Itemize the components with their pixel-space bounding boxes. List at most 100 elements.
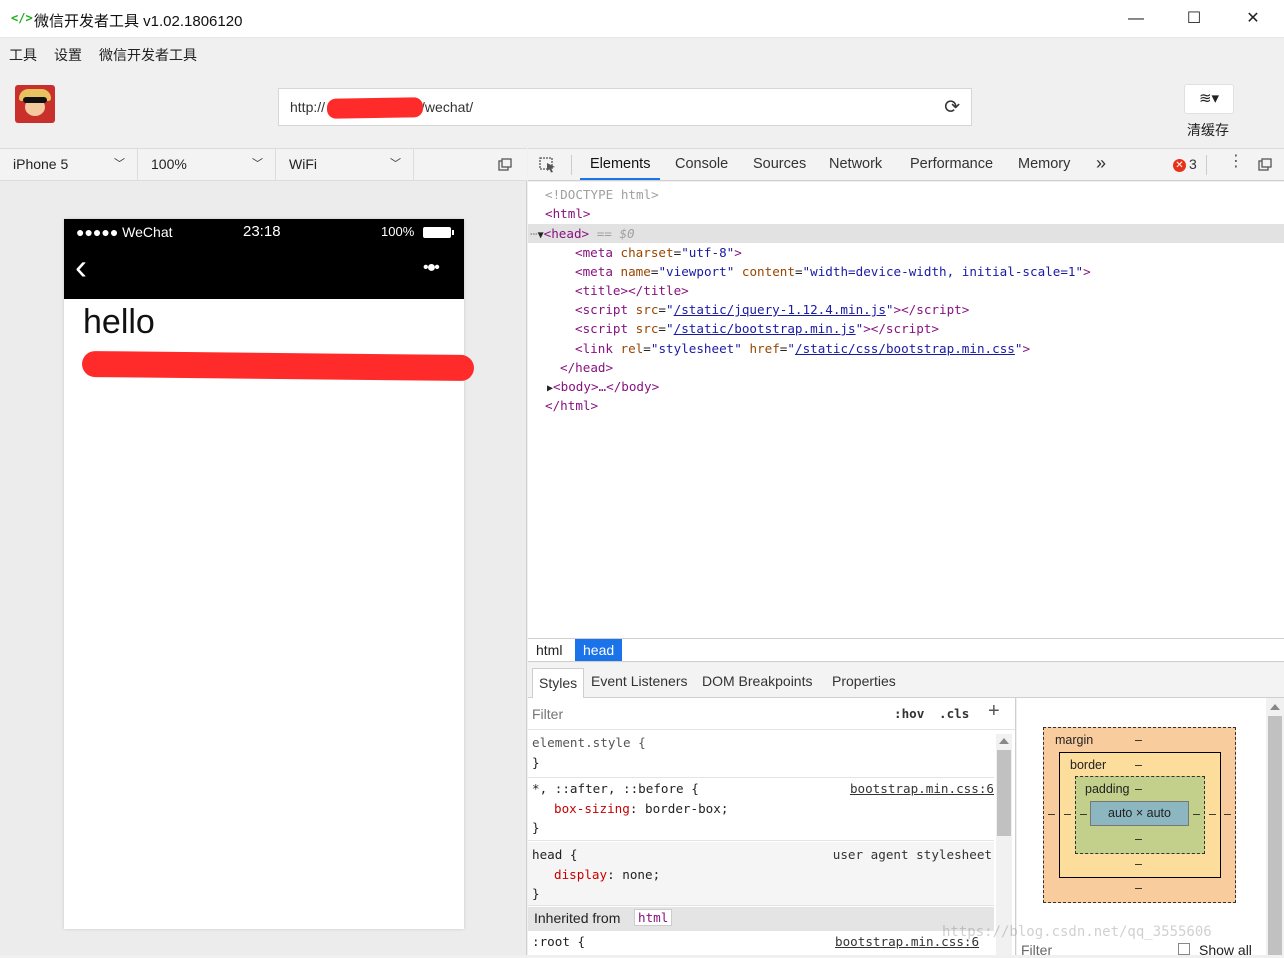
breadcrumb: html head xyxy=(528,638,1284,662)
hover-toggle[interactable]: :hov xyxy=(894,706,924,721)
rule-element-style[interactable]: element.style { } xyxy=(528,731,994,778)
tab-properties[interactable]: Properties xyxy=(832,673,896,689)
rule-declaration[interactable]: box-sizing: border-box; xyxy=(554,799,728,818)
show-all-checkbox[interactable] xyxy=(1178,943,1190,955)
reload-icon[interactable]: ⟳ xyxy=(944,96,960,119)
dom-script-bootstrap[interactable]: <script src="/static/bootstrap.min.js"><… xyxy=(575,319,939,338)
close-button[interactable]: ✕ xyxy=(1233,6,1273,32)
scroll-up-icon[interactable] xyxy=(999,738,1009,744)
class-toggle[interactable]: .cls xyxy=(939,706,969,721)
tab-styles[interactable]: Styles xyxy=(532,668,585,698)
styles-filter-input[interactable] xyxy=(532,705,732,723)
script-bootstrap-link[interactable]: /static/bootstrap.min.js xyxy=(674,321,856,336)
dom-head-node[interactable]: ⋯▼<head> == $0 xyxy=(530,224,635,243)
active-tab-indicator xyxy=(580,178,660,180)
border-right-value[interactable]: – xyxy=(1209,807,1216,821)
rule-declaration: display: none; xyxy=(554,867,661,882)
dom-meta-viewport[interactable]: <meta name="viewport" content="width=dev… xyxy=(575,262,1091,281)
zoom-value: 100% xyxy=(151,156,187,172)
dom-link-stylesheet[interactable]: <link rel="stylesheet" href="/static/css… xyxy=(575,339,1030,358)
dom-body-node[interactable]: ▶<body>…</body> xyxy=(547,377,659,396)
elements-panel: <!DOCTYPE html> <html> ⋯▼<head> == $0 <m… xyxy=(528,182,1284,638)
border-top-value[interactable]: – xyxy=(1135,758,1142,772)
tab-performance[interactable]: Performance xyxy=(910,156,993,172)
more-tabs-icon[interactable]: » xyxy=(1096,153,1106,174)
tab-dom-breakpoints[interactable]: DOM Breakpoints xyxy=(702,673,812,689)
rule-close: } xyxy=(532,886,540,901)
margin-left-value[interactable]: – xyxy=(1048,807,1055,821)
stylesheet-link[interactable]: /static/css/bootstrap.min.css xyxy=(795,341,1015,356)
rule-selector-root[interactable]: :root { xyxy=(532,932,585,951)
tab-event-listeners[interactable]: Event Listeners xyxy=(591,673,688,689)
script-jquery-link[interactable]: /static/jquery-1.12.4.min.js xyxy=(674,302,886,317)
padding-bottom-value[interactable]: – xyxy=(1135,832,1142,846)
computed-filter-input[interactable]: Filter xyxy=(1021,942,1052,958)
inherited-tag[interactable]: html xyxy=(634,909,673,926)
dom-meta-charset[interactable]: <meta charset="utf-8"> xyxy=(575,243,742,262)
breadcrumb-html[interactable]: html xyxy=(528,639,570,661)
phone-screen: ●●●●● WeChat 23:18 100% ‹ •●• hello xyxy=(64,219,475,929)
tab-memory[interactable]: Memory xyxy=(1018,156,1070,172)
menu-item-devtools[interactable]: 微信开发者工具 xyxy=(99,45,197,65)
menu-item-tools[interactable]: 工具 xyxy=(9,45,37,65)
padding-top-value[interactable]: – xyxy=(1135,782,1142,796)
border-left-value[interactable]: – xyxy=(1064,807,1071,821)
dom-title[interactable]: <title></title> xyxy=(575,281,689,300)
popout-icon[interactable] xyxy=(498,158,512,171)
rule-head[interactable]: head { user agent stylesheet display: no… xyxy=(528,842,994,906)
margin-top-value[interactable]: – xyxy=(1135,733,1142,747)
kebab-menu-icon[interactable]: ⋮ xyxy=(1228,154,1244,170)
back-icon[interactable]: ‹ xyxy=(75,247,87,287)
tab-sources[interactable]: Sources xyxy=(753,156,806,172)
inspect-element-icon[interactable] xyxy=(539,157,557,173)
dom-script-jquery[interactable]: <script src="/static/jquery-1.12.4.min.j… xyxy=(575,300,969,319)
selected-marker: == $0 xyxy=(596,226,635,241)
padding-right-value[interactable]: – xyxy=(1193,807,1200,821)
node-options-icon[interactable]: ⋯ xyxy=(530,226,538,241)
clear-cache-button[interactable]: ≋▾ xyxy=(1184,84,1234,114)
menu-item-settings[interactable]: 设置 xyxy=(54,45,82,65)
tab-network[interactable]: Network xyxy=(829,156,882,172)
scroll-up-icon[interactable] xyxy=(1270,704,1280,710)
styles-scrollbar[interactable] xyxy=(996,734,1012,955)
rule-source: user agent stylesheet xyxy=(832,847,992,862)
computed-scrollbar[interactable] xyxy=(1266,698,1284,955)
rule-universal[interactable]: *, ::after, ::before { bootstrap.min.css… xyxy=(528,779,994,841)
scrollbar-thumb[interactable] xyxy=(1268,716,1282,955)
dom-doctype[interactable]: <!DOCTYPE html> xyxy=(545,185,659,204)
rule-source-link[interactable]: bootstrap.min.css:6 xyxy=(850,779,994,798)
clear-cache-label: 清缓存 xyxy=(1187,122,1229,138)
dom-head-close[interactable]: </head> xyxy=(560,358,613,377)
chevron-down-icon: ﹀ xyxy=(114,158,125,170)
dom-html-close[interactable]: </html> xyxy=(545,396,598,415)
dock-icon[interactable] xyxy=(1258,158,1272,171)
more-icon[interactable]: •●• xyxy=(423,259,440,277)
margin-bottom-value[interactable]: – xyxy=(1135,881,1142,895)
network-select[interactable]: WiFi ﹀ xyxy=(276,149,414,180)
box-model-pane: margin – border – padding – auto × auto … xyxy=(1017,698,1284,958)
maximize-button[interactable]: ☐ xyxy=(1174,6,1214,32)
rule-selector: head { xyxy=(532,847,578,862)
dom-html-open[interactable]: <html> xyxy=(545,204,591,223)
box-content[interactable]: auto × auto xyxy=(1090,801,1189,826)
rule-close: } xyxy=(532,820,540,835)
page-heading: hello xyxy=(83,303,155,341)
minimize-button[interactable]: — xyxy=(1116,6,1156,32)
network-value: WiFi xyxy=(289,156,317,172)
breadcrumb-head[interactable]: head xyxy=(575,639,623,661)
user-avatar[interactable] xyxy=(15,85,55,123)
zoom-select[interactable]: 100% ﹀ xyxy=(138,149,276,180)
tab-console[interactable]: Console xyxy=(675,156,728,172)
redaction-mark xyxy=(81,350,475,382)
scrollbar-thumb[interactable] xyxy=(997,750,1011,836)
device-select[interactable]: iPhone 5 ﹀ xyxy=(0,149,138,180)
border-bottom-value[interactable]: – xyxy=(1135,857,1142,871)
padding-left-value[interactable]: – xyxy=(1080,807,1087,821)
margin-right-value[interactable]: – xyxy=(1224,807,1231,821)
tab-elements[interactable]: Elements xyxy=(590,156,650,172)
add-rule-icon[interactable]: + xyxy=(988,700,1000,723)
battery-tip xyxy=(452,230,454,235)
url-input[interactable]: http:///wechat/ ⟳ xyxy=(278,88,972,126)
menu-bar: 工具 设置 微信开发者工具 xyxy=(0,38,1284,68)
error-counter[interactable]: ✕ 3 xyxy=(1173,156,1197,172)
